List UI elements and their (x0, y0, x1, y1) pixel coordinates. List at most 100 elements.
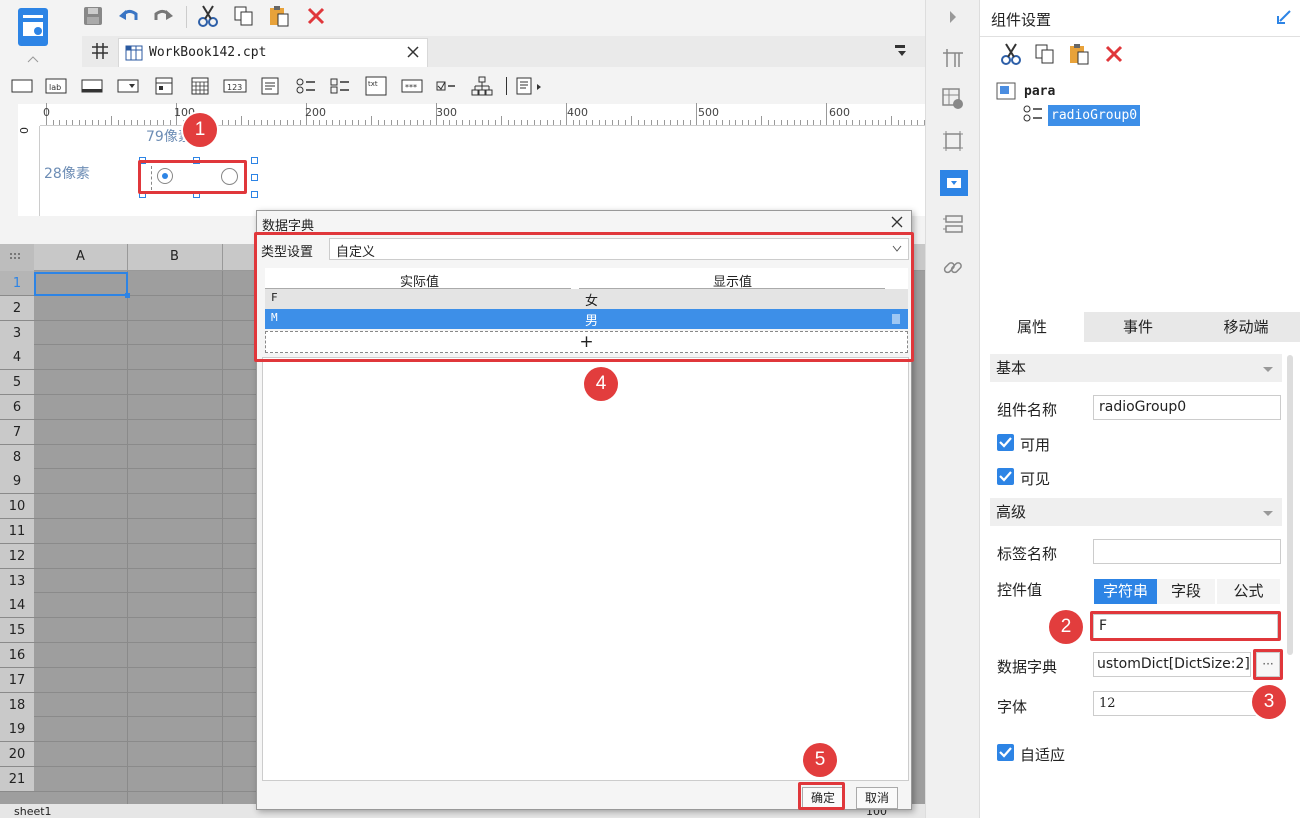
row-gridline (34, 790, 258, 792)
delete-icon[interactable] (305, 5, 327, 27)
adaptive-checkbox[interactable] (997, 744, 1014, 761)
ruler-tick (280, 120, 281, 125)
password-widget-icon[interactable]: *** (400, 76, 424, 96)
row-header[interactable]: 7 (0, 419, 34, 445)
row-header[interactable]: 8 (0, 444, 34, 470)
row-header[interactable]: 9 (0, 469, 34, 495)
cut-icon[interactable] (1001, 43, 1021, 65)
row-header[interactable]: 16 (0, 643, 34, 668)
ruler-tick (416, 120, 418, 125)
section-advanced[interactable]: 高级 (990, 498, 1282, 526)
row-header[interactable]: 2 (0, 295, 34, 321)
checkbox-group-widget-icon[interactable] (328, 76, 352, 96)
dock-arrow-icon[interactable] (1277, 10, 1291, 24)
ruler-tick (65, 120, 67, 125)
fill-handle[interactable] (125, 293, 130, 298)
checkbox-widget-icon[interactable] (434, 76, 458, 96)
paste-icon[interactable] (1068, 43, 1090, 65)
row-header[interactable]: 21 (0, 767, 34, 792)
row-header[interactable]: 14 (0, 593, 34, 619)
row-header[interactable]: 4 (0, 345, 34, 371)
textarea-widget-icon[interactable] (258, 76, 282, 96)
save-icon[interactable] (82, 5, 104, 27)
resize-handle[interactable] (251, 174, 258, 181)
cell-info-icon[interactable] (942, 88, 964, 110)
ruler-tick (865, 120, 866, 125)
row-header[interactable]: 5 (0, 370, 34, 396)
section-advanced-label: 高级 (996, 503, 1027, 521)
frame-icon[interactable] (942, 130, 964, 152)
layout-icon[interactable] (942, 48, 964, 68)
row-header[interactable]: 12 (0, 543, 34, 569)
radio-group-widget-icon[interactable] (294, 76, 318, 96)
tab-workbook[interactable]: WorkBook142.cpt (118, 38, 428, 67)
visible-checkbox[interactable] (997, 468, 1014, 485)
sheet-tab[interactable]: sheet1 (14, 805, 52, 818)
column-header[interactable]: A (76, 249, 85, 264)
undo-icon[interactable] (118, 5, 140, 27)
tab-menu-icon[interactable] (894, 44, 908, 58)
app-logo-icon[interactable] (14, 4, 54, 64)
text-widget-icon[interactable]: txt (364, 76, 388, 96)
tree-node-radiogroup[interactable]: radioGroup0 (1048, 105, 1141, 126)
ruler-tick (579, 120, 580, 125)
paste-icon[interactable] (268, 5, 290, 27)
name-input[interactable]: radioGroup0 (1093, 395, 1281, 420)
mode-formula[interactable]: 公式 (1217, 579, 1280, 604)
dropdown-widget-icon[interactable] (116, 76, 140, 96)
cancel-button[interactable]: 取消 (856, 787, 898, 809)
row-header[interactable]: 19 (0, 717, 34, 743)
tag-input[interactable] (1093, 539, 1281, 564)
row-header[interactable]: 15 (0, 618, 34, 644)
ruler-tick (572, 120, 574, 125)
enabled-checkbox[interactable] (997, 434, 1014, 451)
close-tab-icon[interactable] (407, 46, 419, 58)
tree-widget-icon[interactable] (470, 76, 494, 96)
link-icon[interactable] (942, 256, 964, 278)
column-header[interactable]: B (170, 249, 179, 264)
calendar-widget-icon[interactable] (188, 76, 212, 96)
row-header[interactable]: 10 (0, 494, 34, 520)
tab-mobile[interactable]: 移动端 (1192, 312, 1300, 342)
row-header[interactable]: 11 (0, 519, 34, 544)
scrollbar[interactable] (1287, 355, 1293, 655)
tab-events[interactable]: 事件 (1086, 312, 1190, 342)
number-widget-icon[interactable]: 123 (222, 76, 248, 96)
tree-node-para[interactable]: para (1024, 84, 1055, 99)
active-cell[interactable] (34, 272, 130, 298)
grid-layout-icon[interactable] (91, 42, 109, 60)
resize-handle[interactable] (251, 157, 258, 164)
delete-icon[interactable] (1104, 44, 1124, 64)
copy-icon[interactable] (233, 5, 255, 27)
redo-icon[interactable] (152, 5, 174, 27)
section-basic[interactable]: 基本 (990, 354, 1282, 382)
copy-icon[interactable] (1034, 43, 1056, 65)
ruler-tick (338, 120, 340, 125)
more-widgets-icon[interactable] (514, 76, 544, 96)
select-all-corner[interactable] (0, 244, 34, 271)
row-header[interactable]: 18 (0, 692, 34, 718)
mode-field[interactable]: 字段 (1157, 579, 1215, 604)
ruler-tick (624, 120, 626, 125)
ruler-tick (501, 116, 502, 125)
close-icon[interactable] (891, 216, 903, 228)
cut-icon[interactable] (197, 5, 219, 27)
row-header[interactable]: 1 (0, 271, 34, 296)
row-header[interactable]: 20 (0, 742, 34, 768)
row-header[interactable]: 6 (0, 395, 34, 420)
row-header[interactable]: 3 (0, 320, 34, 346)
mode-string[interactable]: 字符串 (1094, 579, 1157, 604)
resize-handle[interactable] (251, 191, 258, 198)
ruler-tick (670, 120, 671, 125)
form-settings-icon[interactable] (942, 214, 964, 236)
row-header[interactable]: 17 (0, 667, 34, 693)
collapse-arrow-icon[interactable] (948, 10, 958, 24)
button-widget-icon[interactable] (80, 76, 104, 96)
widget-settings-tab[interactable] (940, 170, 968, 196)
tag-label: 标签名称 (997, 545, 1058, 563)
label-widget-icon[interactable] (10, 76, 34, 96)
row-header[interactable]: 13 (0, 568, 34, 594)
lab-widget-icon[interactable]: lab (44, 76, 68, 96)
datetime-widget-icon[interactable] (152, 76, 176, 96)
tab-properties[interactable]: 属性 (980, 312, 1084, 342)
